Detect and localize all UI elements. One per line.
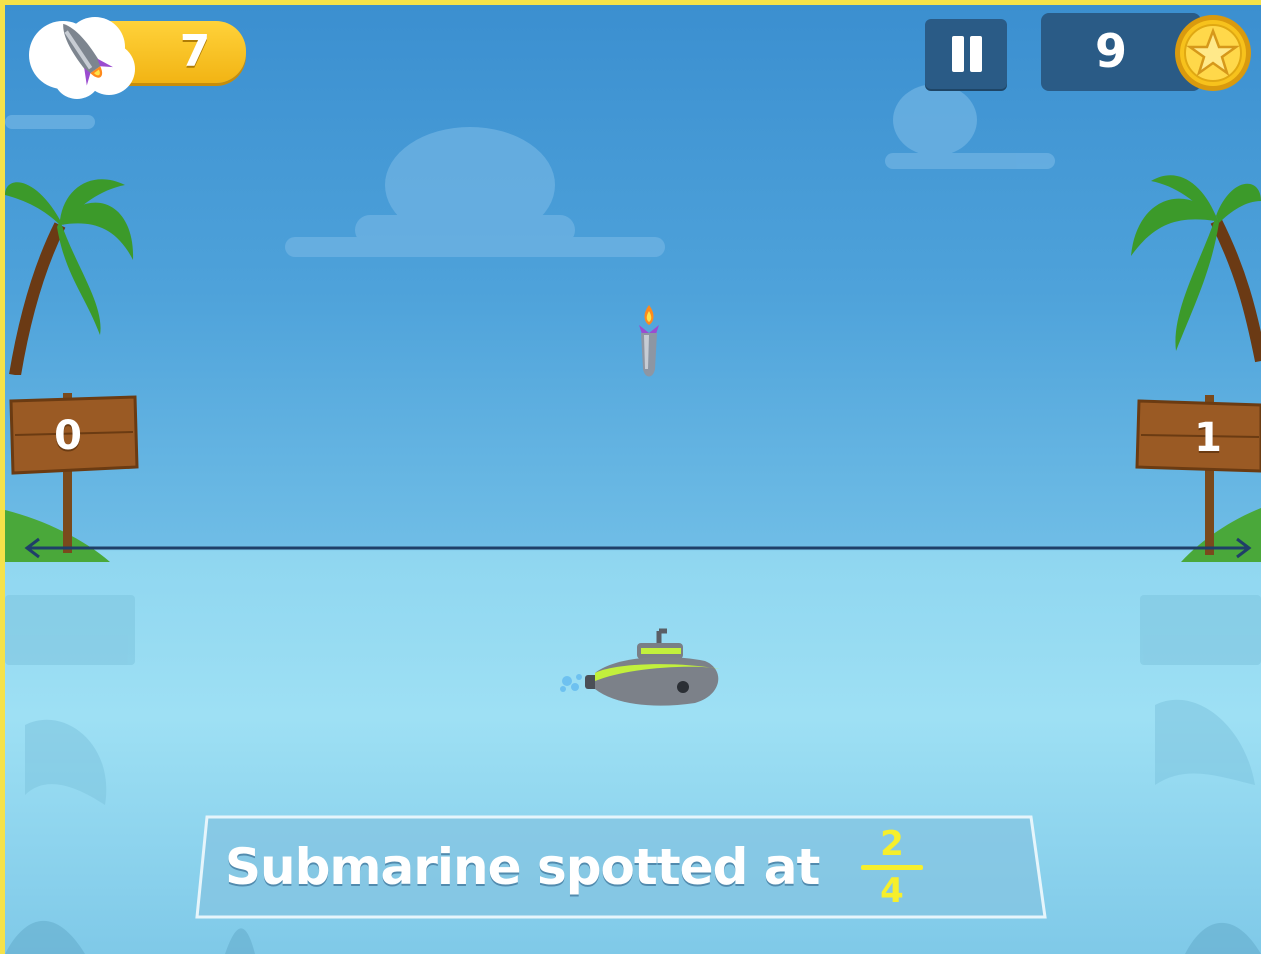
number-line-end-label: 1 [1194, 415, 1222, 461]
prompt-text: Submarine spotted at [225, 838, 820, 896]
number-line [24, 537, 1252, 559]
left-palm-tree [5, 179, 134, 375]
right-palm-tree [1131, 175, 1261, 363]
prompt-banner: Submarine spotted at 2 4 [195, 815, 1047, 919]
fraction-numerator: 2 [880, 824, 904, 864]
star-coin-icon [1175, 15, 1251, 91]
fraction-denominator: 4 [880, 871, 904, 911]
falling-rocket [639, 305, 659, 377]
target-fraction: 2 4 [855, 825, 929, 911]
coin-count: 9 [1094, 24, 1127, 78]
rockets-remaining-count: 7 [179, 26, 211, 77]
rocket-icon [29, 17, 135, 99]
fraction-bar [861, 865, 923, 870]
rockets-remaining-badge: 7 [23, 7, 246, 99]
pause-button[interactable] [925, 19, 1007, 89]
right-signpost: 1 [1135, 391, 1261, 556]
left-signpost: 0 [9, 389, 139, 554]
game-stage[interactable]: 0 1 Submarine spotted at 2 4 7 9 [5, 5, 1261, 954]
submarine [560, 628, 720, 706]
number-line-start-label: 0 [54, 413, 82, 459]
skull-emblem-icon [677, 681, 689, 693]
